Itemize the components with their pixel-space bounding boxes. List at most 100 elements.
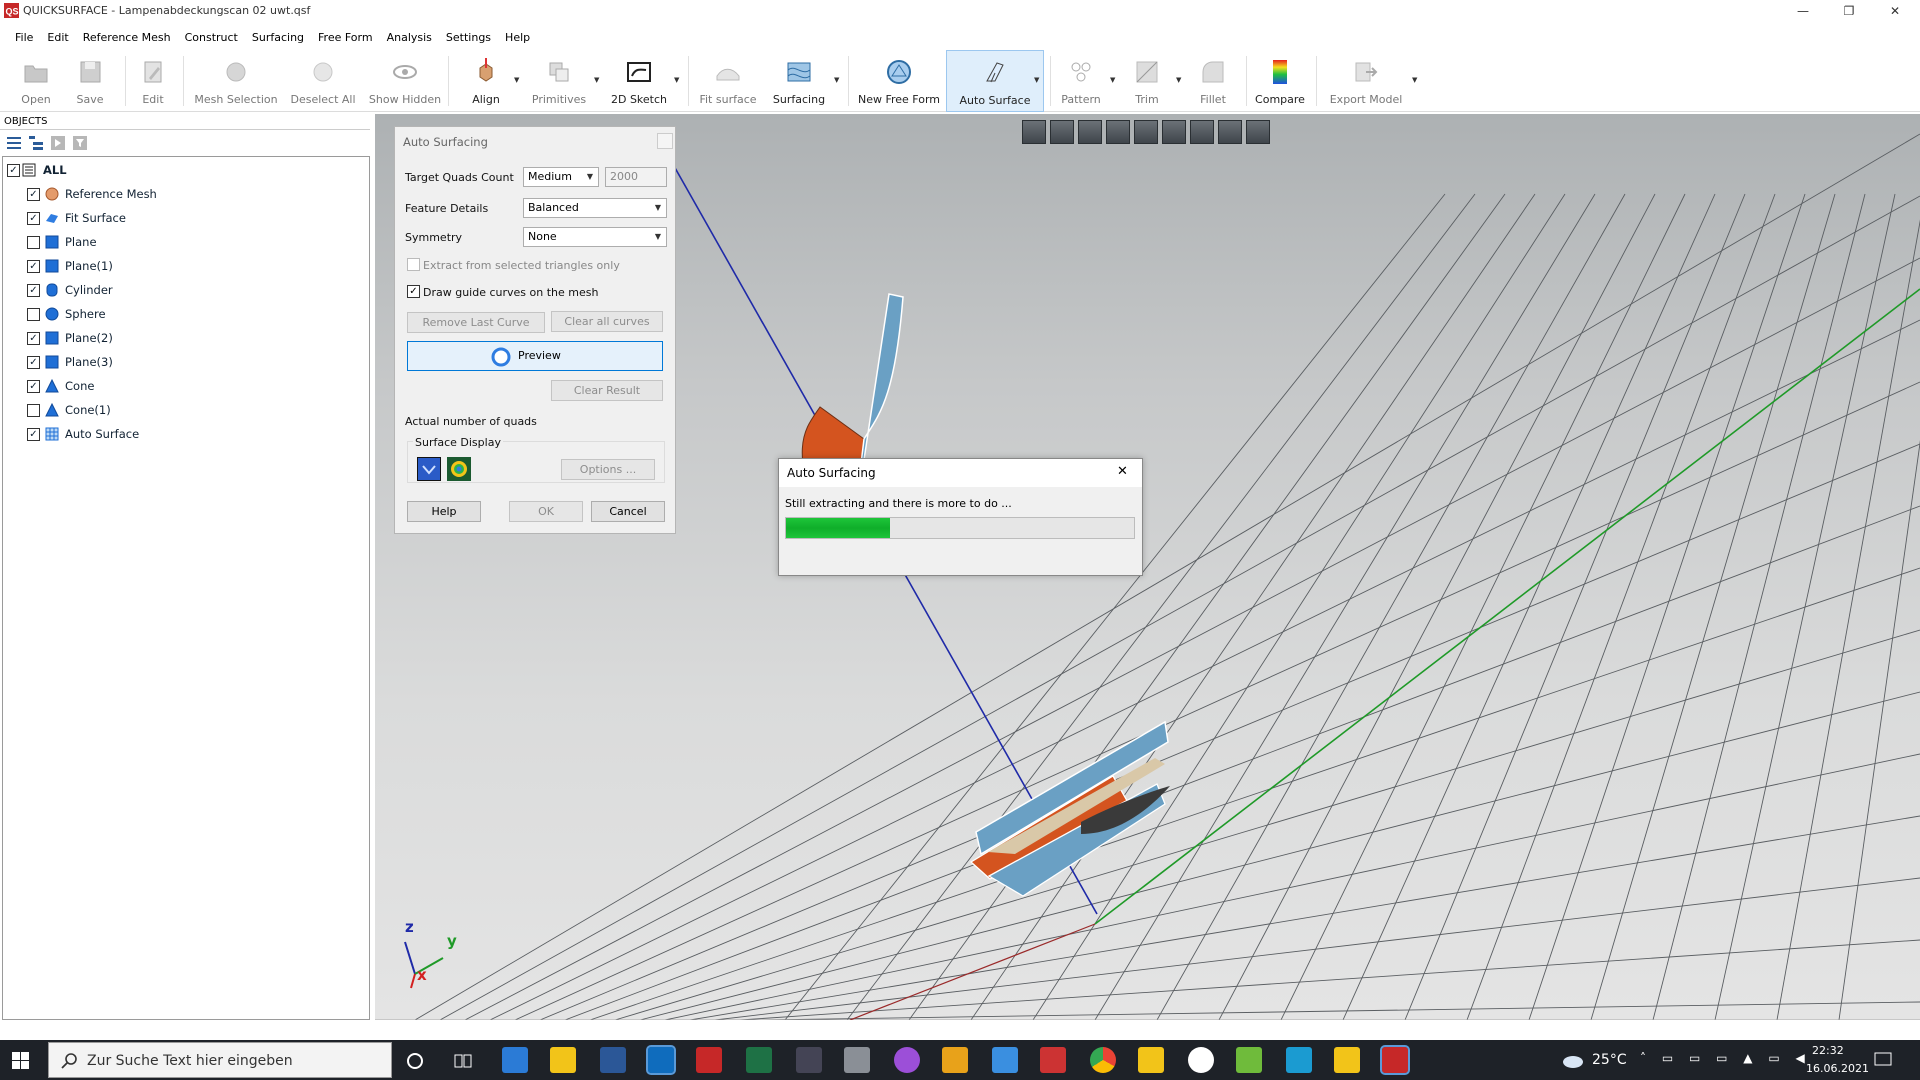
menu-surfacing[interactable]: Surfacing [245, 28, 311, 48]
preview-button[interactable]: Preview [407, 341, 663, 371]
visibility-checkbox[interactable] [27, 236, 40, 249]
tree-item[interactable]: Cone(1) [25, 399, 325, 421]
tree-item[interactable]: Plane [25, 231, 325, 253]
tree-root-all[interactable]: ✓ ALL [7, 159, 307, 181]
show-hidden-button[interactable]: Show Hidden [366, 50, 444, 112]
filter-icon[interactable] [72, 135, 88, 151]
menu-free-form[interactable]: Free Form [311, 28, 380, 48]
visibility-checkbox[interactable]: ✓ [27, 212, 40, 225]
taskbar-search[interactable]: Zur Suche Text hier eingeben [48, 1042, 392, 1078]
tree-item[interactable]: ✓ Cone [25, 375, 325, 397]
auto-surface-button[interactable]: Auto Surface [946, 50, 1044, 112]
minimize-button[interactable]: — [1780, 0, 1826, 22]
taskbar-app-clock-icon[interactable] [1188, 1047, 1214, 1073]
surfacing-dropdown-icon[interactable]: ▼ [834, 76, 839, 84]
visibility-checkbox[interactable]: ✓ [27, 380, 40, 393]
deviation-display-icon[interactable] [447, 457, 471, 481]
taskbar-app-cad-icon[interactable] [844, 1047, 870, 1073]
visibility-checkbox[interactable]: ✓ [27, 284, 40, 297]
export-dropdown-icon[interactable]: ▼ [1412, 76, 1417, 84]
extract-selected-checkbox[interactable] [407, 258, 420, 271]
taskbar-app-excel-icon[interactable] [746, 1047, 772, 1073]
open-button[interactable]: Open [10, 50, 62, 112]
sketch-dropdown-icon[interactable]: ▼ [674, 76, 679, 84]
menu-construct[interactable]: Construct [178, 28, 245, 48]
tree-item[interactable]: ✓ Auto Surface [25, 423, 325, 445]
notification-icon[interactable] [1874, 1052, 1892, 1068]
pattern-button[interactable]: Pattern [1056, 50, 1106, 112]
taskbar-app-folder-icon[interactable] [1334, 1047, 1360, 1073]
taskbar-app-search-icon[interactable] [696, 1047, 722, 1073]
restore-button[interactable]: ❐ [1826, 0, 1872, 22]
mesh-selection-button[interactable]: Mesh Selection [192, 50, 280, 112]
taskbar-app-scanner-icon[interactable] [796, 1047, 822, 1073]
view-back-icon[interactable] [1078, 120, 1102, 144]
compare-button[interactable]: Compare [1252, 50, 1308, 112]
root-checkbox[interactable]: ✓ [7, 164, 20, 177]
tree-item[interactable]: Sphere [25, 303, 325, 325]
trim-button[interactable]: Trim [1122, 50, 1172, 112]
ok-button[interactable]: OK [509, 501, 583, 522]
target-quads-number-field[interactable]: 2000 [605, 167, 667, 187]
visibility-checkbox[interactable]: ✓ [27, 428, 40, 441]
remove-last-curve-button[interactable]: Remove Last Curve [407, 312, 545, 333]
export-model-button[interactable]: Export Model [1324, 50, 1408, 112]
clock-date[interactable]: 16.06.2021 [1806, 1062, 1869, 1075]
taskbar-app-android-icon[interactable] [1236, 1047, 1262, 1073]
fillet-button[interactable]: Fillet [1188, 50, 1238, 112]
visibility-checkbox[interactable]: ✓ [27, 356, 40, 369]
primitives-button[interactable]: Primitives [530, 50, 588, 112]
clear-result-button[interactable]: Clear Result [551, 380, 663, 401]
visibility-checkbox[interactable]: ✓ [27, 260, 40, 273]
cortana-icon[interactable] [406, 1052, 424, 1070]
taskbar-app-explorer-icon[interactable] [1138, 1047, 1164, 1073]
progress-close-icon[interactable]: ✕ [1117, 464, 1128, 479]
symmetry-select[interactable]: None ▼ [523, 227, 667, 247]
help-button[interactable]: Help [407, 501, 481, 522]
task-view-icon[interactable] [454, 1052, 472, 1070]
menu-edit[interactable]: Edit [40, 28, 75, 48]
tree-item[interactable]: ✓ Plane(2) [25, 327, 325, 349]
options-button[interactable]: Options ... [561, 459, 655, 480]
surfacing-button[interactable]: Surfacing [764, 50, 834, 112]
new-free-form-button[interactable]: New Free Form [854, 50, 944, 112]
menu-help[interactable]: Help [498, 28, 537, 48]
view-iso-icon[interactable] [1218, 120, 1242, 144]
menu-analysis[interactable]: Analysis [380, 28, 439, 48]
edit-button[interactable]: Edit [128, 50, 178, 112]
visibility-checkbox[interactable] [27, 308, 40, 321]
list-view-icon[interactable] [6, 135, 22, 151]
view-axes-icon[interactable] [1246, 120, 1270, 144]
tree-item[interactable]: ✓ Reference Mesh [25, 183, 325, 205]
feature-details-select[interactable]: Balanced ▼ [523, 198, 667, 218]
view-front-icon[interactable] [1050, 120, 1074, 144]
taskbar-app-norton-icon[interactable] [550, 1047, 576, 1073]
view-left-icon[interactable] [1106, 120, 1130, 144]
taskbar-app-chrome-icon[interactable] [1090, 1047, 1116, 1073]
tree-item[interactable]: ✓ Cylinder [25, 279, 325, 301]
tree-item[interactable]: ✓ Plane(3) [25, 351, 325, 373]
tray-icons[interactable]: ˄ ▭ ▭ ▭ ▲ ▭ ◀ [1640, 1051, 1811, 1065]
trim-dropdown-icon[interactable]: ▼ [1176, 76, 1181, 84]
align-dropdown-icon[interactable]: ▼ [514, 76, 519, 84]
2d-sketch-button[interactable]: 2D Sketch [610, 50, 668, 112]
view-bottom-icon[interactable] [1190, 120, 1214, 144]
taskbar-app-gem-icon[interactable] [1040, 1047, 1066, 1073]
view-top-icon[interactable] [1162, 120, 1186, 144]
view-right-icon[interactable] [1134, 120, 1158, 144]
clear-all-curves-button[interactable]: Clear all curves [551, 311, 663, 332]
windows-start-icon[interactable] [12, 1052, 29, 1069]
clock-time[interactable]: 22:32 [1812, 1044, 1844, 1057]
close-button[interactable]: ✕ [1872, 0, 1918, 22]
tree-item[interactable]: ✓ Fit Surface [25, 207, 325, 229]
fit-surface-button[interactable]: Fit surface [696, 50, 760, 112]
cancel-button[interactable]: Cancel [591, 501, 665, 522]
taskbar-app-i-icon[interactable] [942, 1047, 968, 1073]
visibility-checkbox[interactable] [27, 404, 40, 417]
taskbar-app-mixer-icon[interactable] [894, 1047, 920, 1073]
taskbar-app-word-icon[interactable] [600, 1047, 626, 1073]
pattern-dropdown-icon[interactable]: ▼ [1110, 76, 1115, 84]
guide-curves-checkbox[interactable]: ✓ [407, 285, 420, 298]
visibility-checkbox[interactable]: ✓ [27, 188, 40, 201]
taskbar-app-outlook-icon[interactable] [646, 1045, 676, 1075]
